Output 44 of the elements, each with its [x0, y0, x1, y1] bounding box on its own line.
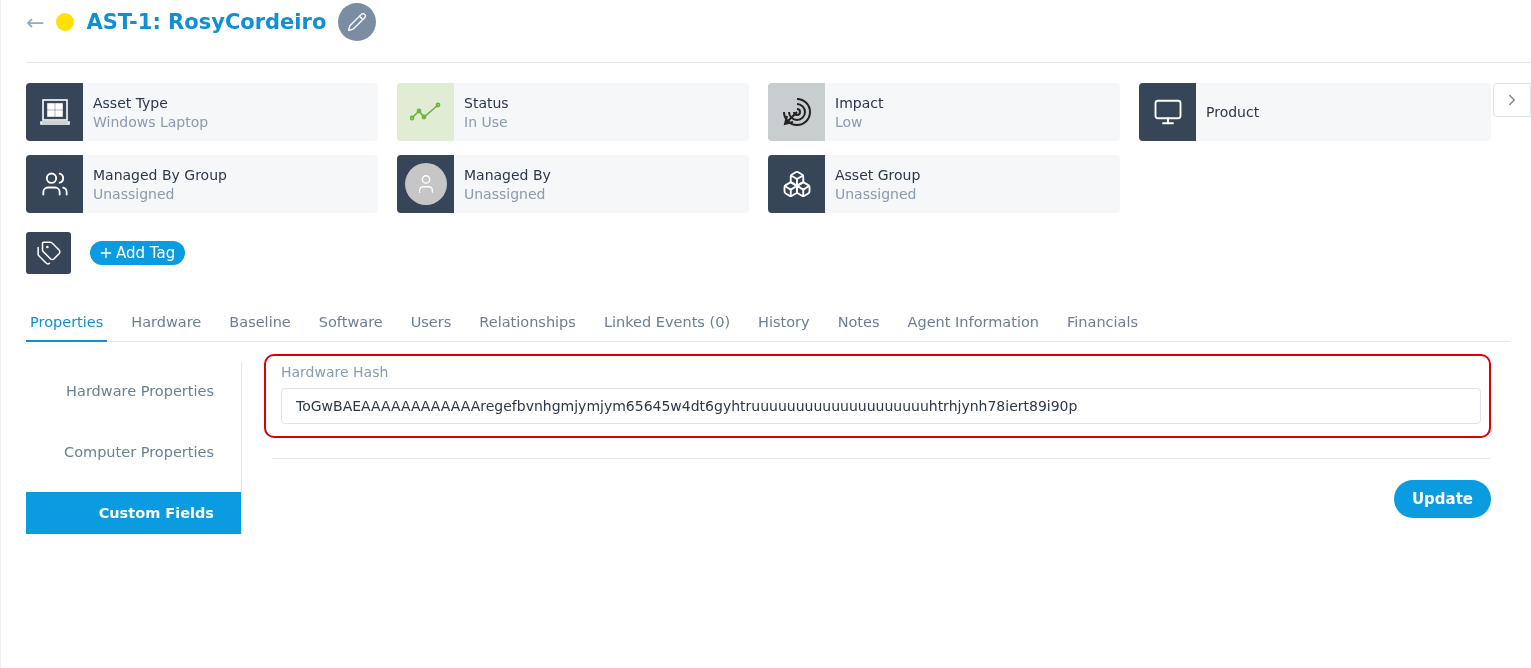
- tab[interactable]: Notes: [833, 308, 884, 342]
- card-label: Managed By: [464, 166, 551, 183]
- input-field[interactable]: ToGwBAEAAAAAAAAAAAAregefbvnhgmjymjym65645w4dt6gyhtruuuuuuuuuuuuuuuuuuuuhtrhjynh78iert89i90p: [281, 388, 1481, 424]
- tab[interactable]: Users: [406, 308, 456, 342]
- tab[interactable]: Relationships: [475, 308, 580, 342]
- boxes-icon: [781, 169, 812, 199]
- windows-laptop-icon: [39, 98, 70, 126]
- card-label: Product: [1206, 104, 1260, 120]
- update-button[interactable]: Update: [1393, 480, 1491, 518]
- tags-icon: [35, 240, 62, 266]
- card-label: Impact: [835, 94, 884, 111]
- card-value: Low: [835, 113, 864, 130]
- plus-icon: [98, 245, 114, 261]
- card-label: Managed By Group: [93, 166, 227, 183]
- side-nav-item[interactable]: Custom Fields: [26, 492, 241, 534]
- trend-line-icon: [409, 102, 442, 122]
- tab[interactable]: Properties: [26, 308, 108, 342]
- card-value: Unassigned: [835, 185, 918, 202]
- tab[interactable]: History: [754, 308, 814, 342]
- pencil-icon: [347, 12, 368, 32]
- users-icon: [40, 170, 69, 198]
- side-nav-item[interactable]: Computer Properties: [26, 431, 241, 473]
- card-label: Asset Group: [835, 166, 921, 183]
- field-label: Hardware Hash: [281, 364, 390, 380]
- card-label: Asset Type: [93, 94, 169, 111]
- back-arrow[interactable]: ←: [26, 9, 45, 35]
- tab[interactable]: Baseline: [225, 308, 295, 342]
- tab[interactable]: Software: [314, 308, 387, 342]
- card-value: In Use: [464, 113, 509, 130]
- tab[interactable]: Linked Events (0): [599, 308, 735, 342]
- tab[interactable]: Hardware: [127, 308, 206, 342]
- tab[interactable]: Agent Information: [903, 308, 1043, 342]
- target-pointer-icon: [780, 96, 813, 128]
- side-nav-item[interactable]: Hardware Properties: [26, 370, 241, 412]
- add-tag-button[interactable]: Add Tag: [90, 241, 186, 265]
- status-dot: [56, 13, 75, 31]
- card-value: Windows Laptop: [93, 113, 209, 130]
- card-value: Unassigned: [93, 185, 176, 202]
- monitor-icon: [1152, 97, 1183, 127]
- card-value: Unassigned: [464, 185, 547, 202]
- card-label: Status: [464, 94, 509, 111]
- edit-button[interactable]: [338, 3, 377, 41]
- page-title: AST-1: RosyCordeiro: [86, 10, 327, 34]
- tab[interactable]: Financials: [1063, 308, 1143, 342]
